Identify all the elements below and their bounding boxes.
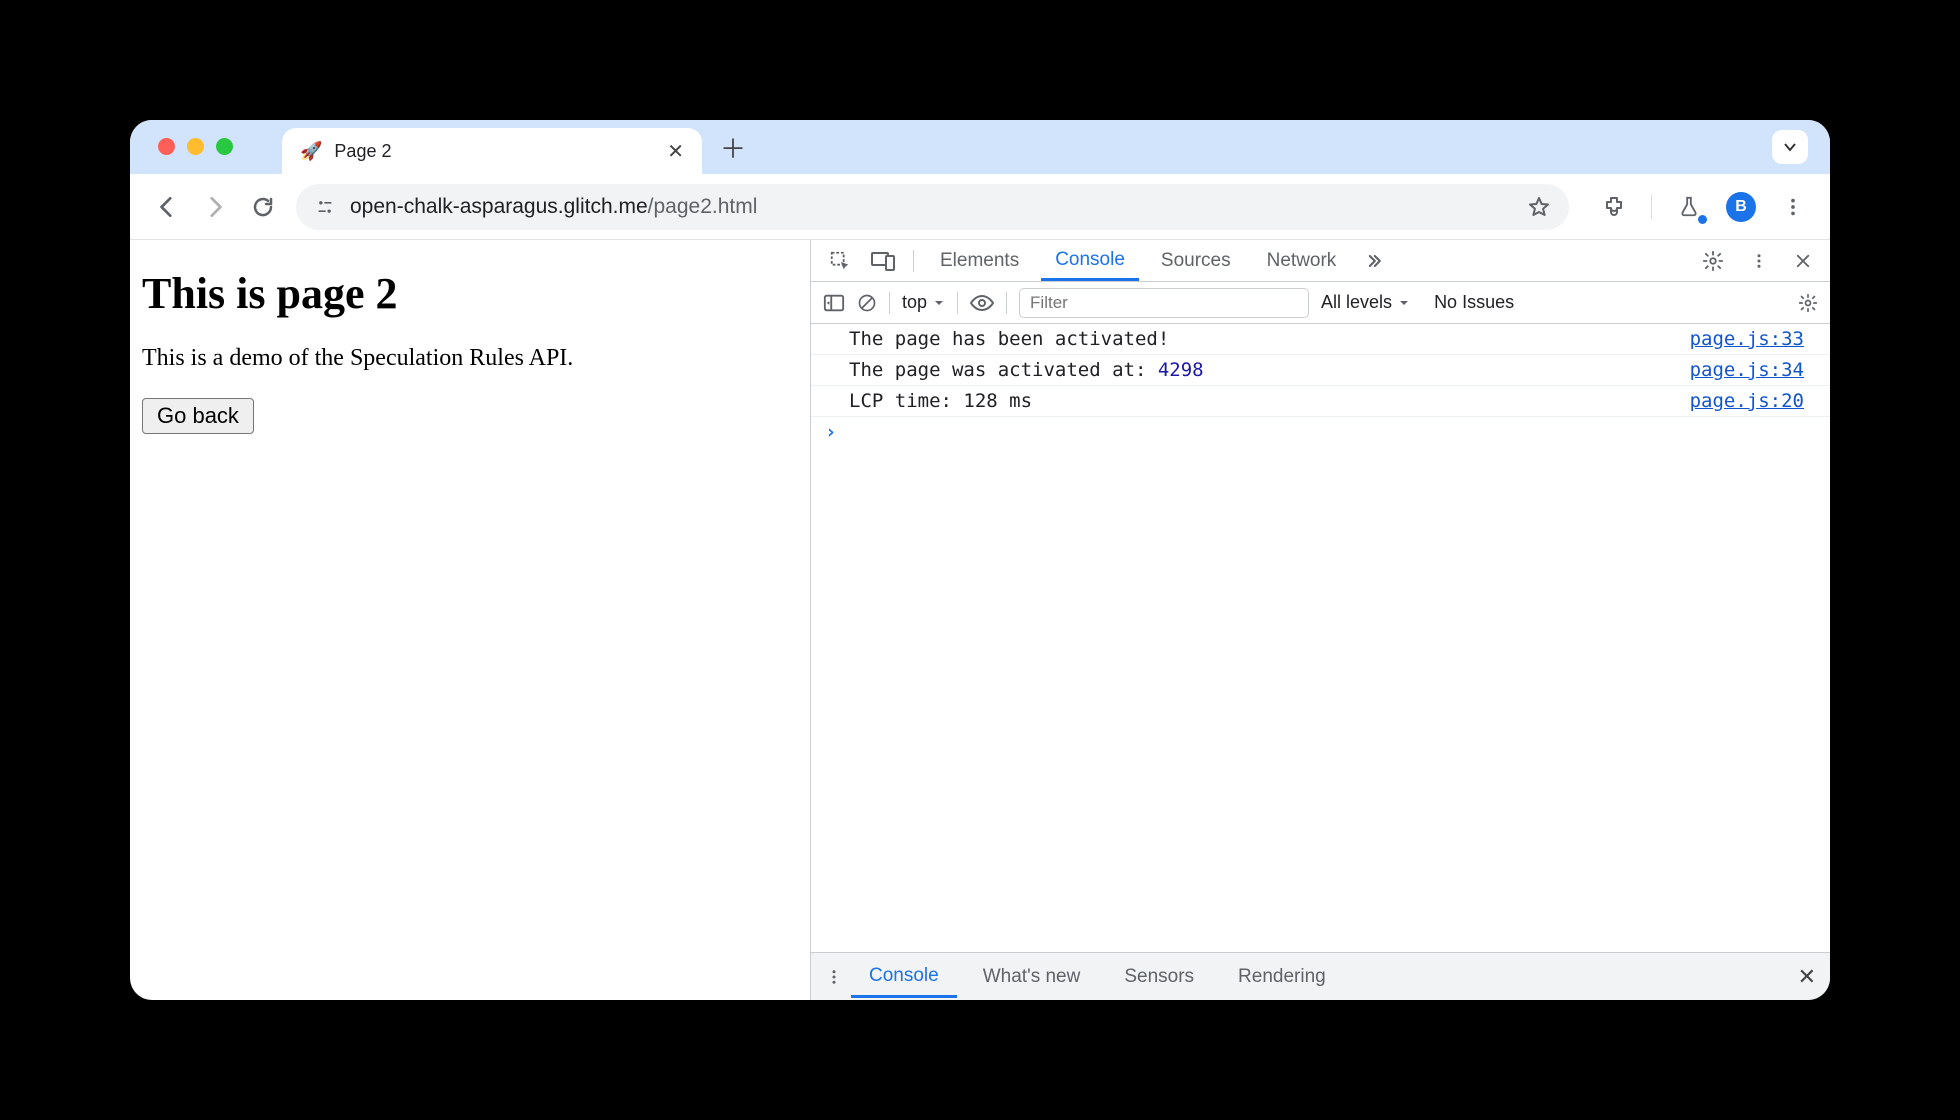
tab-elements[interactable]: Elements — [926, 242, 1033, 280]
tab-strip: 🚀 Page 2 ✕ ＋ — [130, 120, 1830, 174]
log-source-link[interactable]: page.js:34 — [1690, 359, 1820, 381]
reload-button[interactable] — [248, 192, 278, 222]
browser-window: 🚀 Page 2 ✕ ＋ open-chalk-asparagus.glitch… — [130, 120, 1830, 1000]
maximize-window-button[interactable] — [216, 138, 233, 155]
context-label: top — [902, 292, 927, 313]
drawer-tab-console[interactable]: Console — [851, 955, 957, 998]
log-source-link[interactable]: page.js:33 — [1690, 328, 1820, 350]
console-toolbar: top All levels No Issues — [811, 282, 1830, 324]
console-prompt[interactable]: › — [811, 417, 1830, 447]
toolbar-right: B — [1587, 192, 1808, 222]
page-paragraph: This is a demo of the Speculation Rules … — [142, 345, 798, 372]
close-window-button[interactable] — [158, 138, 175, 155]
content-area: This is page 2 This is a demo of the Spe… — [130, 240, 1830, 1000]
more-tabs-button[interactable] — [1358, 251, 1390, 271]
bookmark-button[interactable] — [1527, 195, 1551, 219]
toggle-sidebar-button[interactable] — [823, 293, 845, 313]
separator — [889, 292, 890, 314]
url-path: /page2.html — [648, 195, 758, 218]
new-tab-button[interactable]: ＋ — [720, 129, 746, 166]
minimize-window-button[interactable] — [187, 138, 204, 155]
inspect-element-button[interactable] — [823, 250, 857, 272]
page-heading: This is page 2 — [142, 268, 798, 319]
profile-avatar[interactable]: B — [1726, 192, 1756, 222]
log-source-link[interactable]: page.js:20 — [1690, 390, 1820, 412]
experiments-button[interactable] — [1674, 192, 1704, 222]
close-devtools-button[interactable] — [1788, 252, 1818, 270]
drawer-tab-rendering[interactable]: Rendering — [1220, 956, 1344, 998]
separator — [1006, 292, 1007, 314]
log-message: The page has been activated! — [849, 328, 1169, 350]
separator — [957, 292, 958, 314]
tabs-dropdown-button[interactable] — [1772, 130, 1808, 164]
address-bar[interactable]: open-chalk-asparagus.glitch.me/page2.htm… — [296, 184, 1569, 230]
back-button[interactable] — [152, 192, 182, 222]
tab-console[interactable]: Console — [1041, 241, 1139, 281]
divider — [1651, 195, 1652, 219]
drawer-tab-whats-new[interactable]: What's new — [965, 956, 1099, 998]
rendered-page: This is page 2 This is a demo of the Spe… — [130, 240, 810, 1000]
go-back-button[interactable]: Go back — [142, 398, 254, 434]
site-settings-icon[interactable] — [314, 196, 336, 218]
filter-input[interactable] — [1019, 288, 1309, 318]
tab-sources[interactable]: Sources — [1147, 242, 1245, 280]
window-controls — [158, 138, 233, 155]
devtools-panel: Elements Console Sources Network — [810, 240, 1830, 1000]
url-text: open-chalk-asparagus.glitch.me/page2.htm… — [350, 195, 757, 219]
log-levels-selector[interactable]: All levels — [1321, 292, 1410, 313]
close-tab-button[interactable]: ✕ — [667, 139, 684, 164]
issues-label[interactable]: No Issues — [1434, 292, 1514, 313]
separator — [913, 250, 914, 272]
menu-button[interactable] — [1778, 192, 1808, 222]
devtools-menu-button[interactable] — [1744, 252, 1774, 270]
devtools-drawer: Console What's new Sensors Rendering ✕ — [811, 952, 1830, 1000]
url-host: open-chalk-asparagus.glitch.me — [350, 195, 648, 218]
log-message: The page was activated at: — [849, 359, 1158, 381]
browser-tab[interactable]: 🚀 Page 2 ✕ — [282, 128, 702, 174]
console-output[interactable]: The page has been activated! page.js:33 … — [811, 324, 1830, 952]
console-log-row: The page has been activated! page.js:33 — [811, 324, 1830, 355]
console-log-row: LCP time: 128 ms page.js:20 — [811, 386, 1830, 417]
tab-title: Page 2 — [334, 141, 391, 162]
avatar-letter: B — [1735, 198, 1747, 216]
log-message: LCP time: 128 ms — [849, 390, 1032, 412]
settings-button[interactable] — [1696, 250, 1730, 272]
extensions-button[interactable] — [1599, 192, 1629, 222]
device-toolbar-button[interactable] — [865, 251, 901, 271]
toolbar: open-chalk-asparagus.glitch.me/page2.htm… — [130, 174, 1830, 240]
forward-button[interactable] — [200, 192, 230, 222]
drawer-tab-sensors[interactable]: Sensors — [1106, 956, 1212, 998]
close-drawer-button[interactable]: ✕ — [1798, 964, 1816, 990]
tab-network[interactable]: Network — [1253, 242, 1351, 280]
devtools-tabbar: Elements Console Sources Network — [811, 240, 1830, 282]
console-settings-button[interactable] — [1798, 293, 1818, 313]
console-log-row: The page was activated at: 4298 page.js:… — [811, 355, 1830, 386]
tab-favicon: 🚀 — [300, 141, 322, 162]
live-expression-button[interactable] — [970, 294, 994, 312]
levels-label: All levels — [1321, 292, 1392, 313]
drawer-menu-button[interactable] — [825, 968, 843, 986]
log-value: 4298 — [1158, 359, 1204, 381]
context-selector[interactable]: top — [902, 292, 945, 313]
clear-console-button[interactable] — [857, 293, 877, 313]
notification-dot-icon — [1698, 215, 1707, 224]
